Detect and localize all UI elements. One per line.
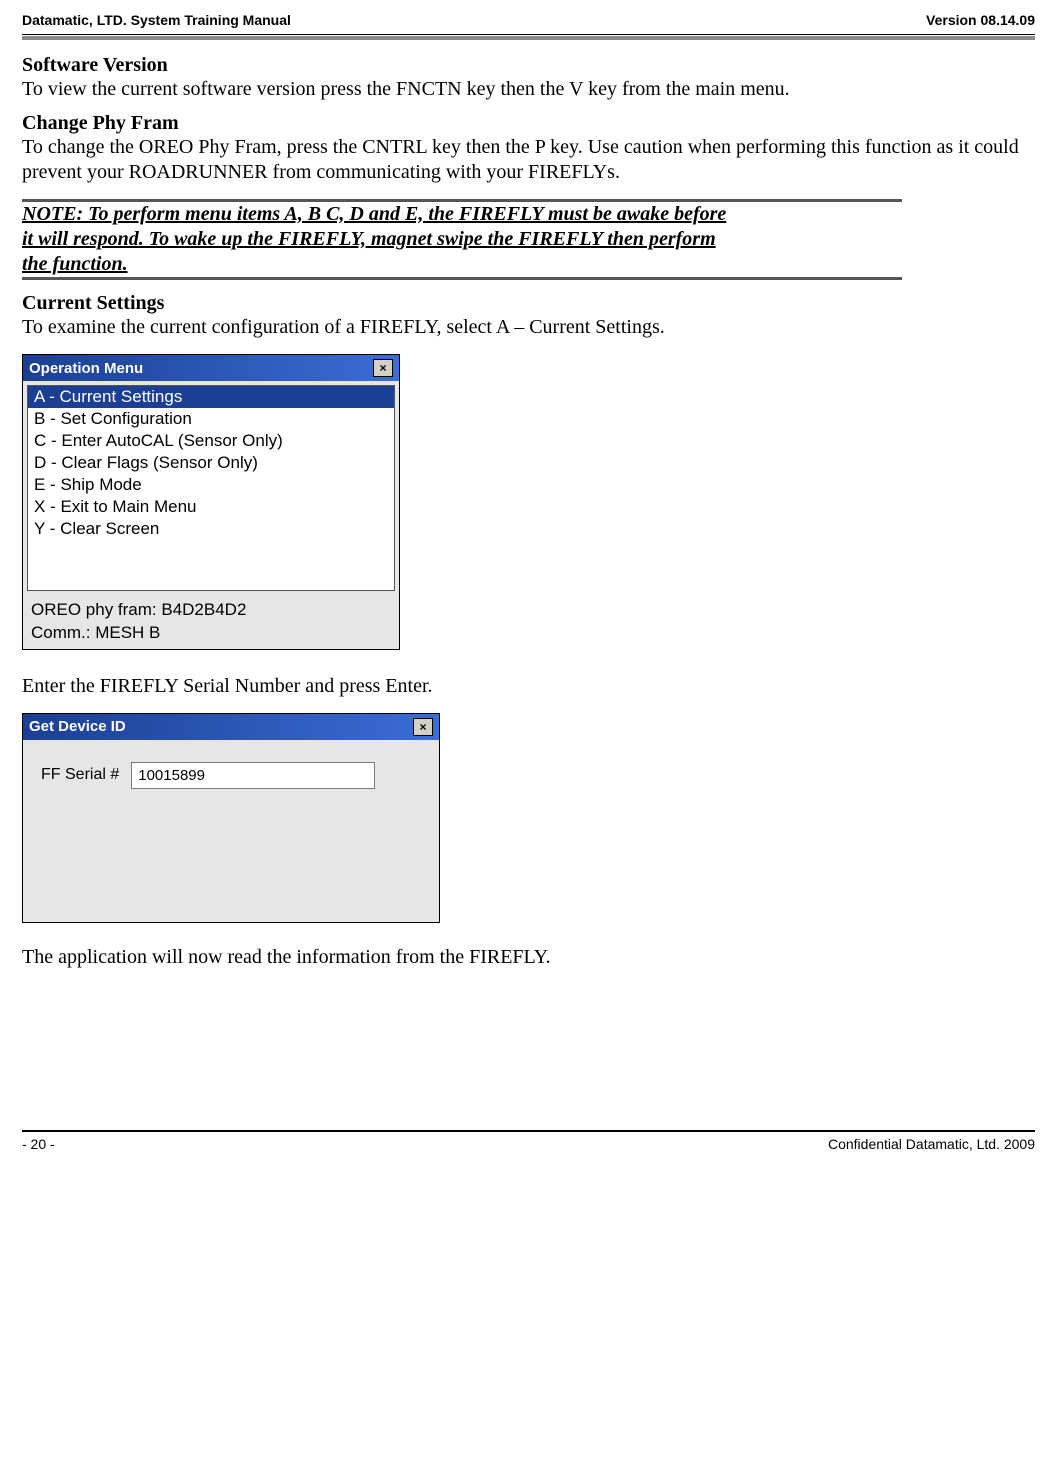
heading-software-version: Software Version — [22, 54, 1035, 77]
menu-item-b-set-configuration[interactable]: B - Set Configuration — [28, 408, 394, 430]
menu-item-e-ship-mode[interactable]: E - Ship Mode — [28, 474, 394, 496]
footer-page-number: - 20 - — [22, 1136, 55, 1152]
operation-menu-body: A - Current Settings B - Set Configurati… — [23, 385, 399, 649]
menu-item-d-clear-flags[interactable]: D - Clear Flags (Sensor Only) — [28, 452, 394, 474]
header-right: Version 08.14.09 — [926, 12, 1035, 28]
text-read-info: The application will now read the inform… — [22, 945, 1035, 970]
note-line-2: it will respond. To wake up the FIREFLY,… — [22, 227, 902, 252]
text-change-phy-fram: To change the OREO Phy Fram, press the C… — [22, 135, 1035, 185]
get-device-id-titlebar[interactable]: Get Device ID × — [23, 714, 439, 740]
operation-menu-title: Operation Menu — [29, 360, 143, 377]
heading-change-phy-fram: Change Phy Fram — [22, 112, 1035, 135]
status-oreo-phy-fram: OREO phy fram: B4D2B4D2 — [31, 599, 391, 622]
close-icon: × — [419, 721, 426, 733]
menu-item-c-enter-autocal[interactable]: C - Enter AutoCAL (Sensor Only) — [28, 430, 394, 452]
text-current-settings: To examine the current configuration of … — [22, 315, 1035, 340]
get-device-id-title: Get Device ID — [29, 718, 126, 735]
menu-item-a-current-settings[interactable]: A - Current Settings — [28, 386, 394, 408]
footer-confidential: Confidential Datamatic, Ltd. 2009 — [828, 1136, 1035, 1152]
menu-item-y-clear-screen[interactable]: Y - Clear Screen — [28, 518, 394, 540]
text-enter-serial: Enter the FIREFLY Serial Number and pres… — [22, 674, 1035, 699]
header-rule — [22, 34, 1035, 40]
operation-menu-status: OREO phy fram: B4D2B4D2 Comm.: MESH B — [23, 595, 399, 649]
get-device-id-dialog: Get Device ID × FF Serial # 10015899 — [22, 713, 440, 923]
status-comm: Comm.: MESH B — [31, 622, 391, 645]
page-footer: - 20 - Confidential Datamatic, Ltd. 2009 — [22, 1132, 1035, 1160]
serial-input[interactable]: 10015899 — [131, 762, 375, 789]
serial-row: FF Serial # 10015899 — [41, 762, 421, 789]
menu-item-x-exit-main-menu[interactable]: X - Exit to Main Menu — [28, 496, 394, 518]
serial-label: FF Serial # — [41, 766, 119, 784]
close-button[interactable]: × — [373, 359, 393, 377]
get-device-id-body: FF Serial # 10015899 — [23, 740, 439, 922]
close-button[interactable]: × — [413, 718, 433, 736]
note-line-3: the function. — [22, 252, 902, 277]
note-bottom-rule — [22, 277, 902, 280]
page-header: Datamatic, LTD. System Training Manual V… — [22, 10, 1035, 34]
operation-menu-dialog: Operation Menu × A - Current Settings B … — [22, 354, 400, 650]
header-left: Datamatic, LTD. System Training Manual — [22, 12, 291, 28]
operation-menu-titlebar[interactable]: Operation Menu × — [23, 355, 399, 381]
note-line-1: NOTE: To perform menu items A, B C, D an… — [22, 202, 902, 227]
text-software-version: To view the current software version pre… — [22, 77, 1035, 102]
heading-current-settings: Current Settings — [22, 292, 1035, 315]
menu-list-spacer — [28, 540, 394, 590]
close-icon: × — [379, 362, 386, 374]
operation-menu-list[interactable]: A - Current Settings B - Set Configurati… — [27, 385, 395, 591]
